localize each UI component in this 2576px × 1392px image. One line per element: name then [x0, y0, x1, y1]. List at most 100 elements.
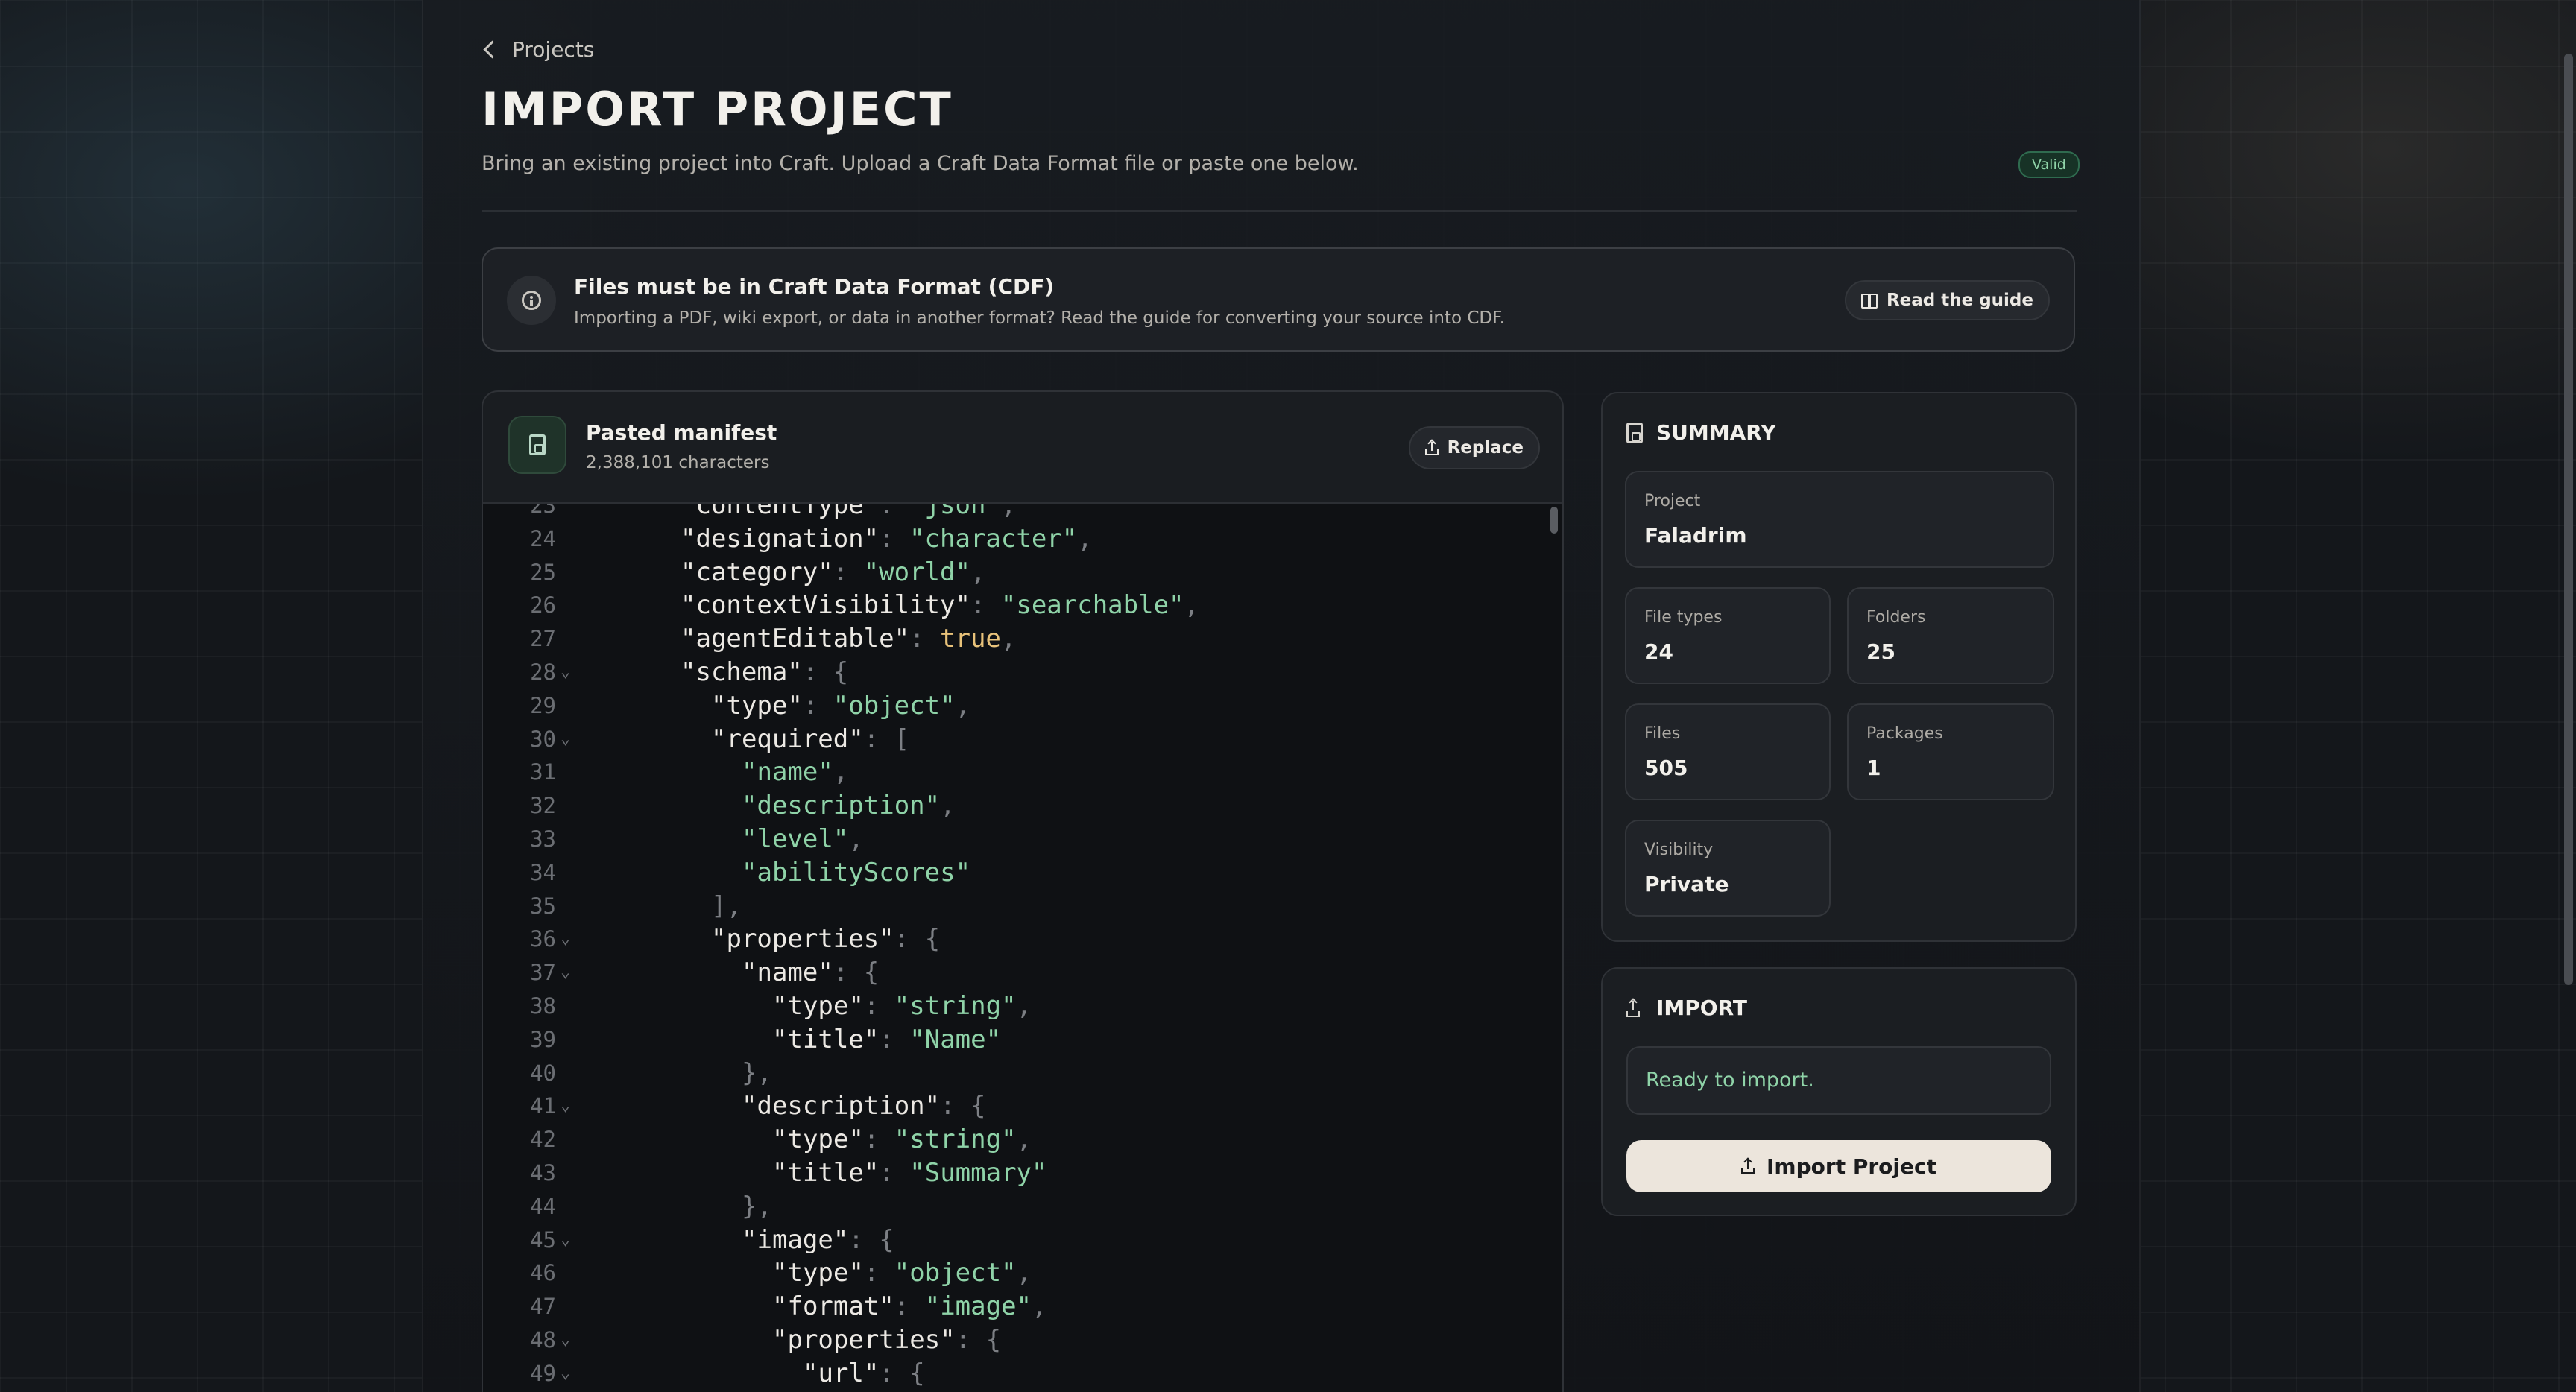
code-token: "string" — [894, 1124, 1017, 1155]
cdf-notice: Files must be in Craft Data Format (CDF)… — [482, 247, 2075, 352]
line-number: 27 — [530, 626, 556, 652]
code-token: , — [1032, 1291, 1047, 1322]
code-token: , — [1000, 504, 1017, 520]
fold-chevron-icon[interactable]: ⌄ — [561, 723, 570, 756]
code-text: }, — [742, 1190, 772, 1224]
line-number: 46 — [530, 1260, 556, 1286]
code-text: "title": "Name" — [772, 1023, 1001, 1057]
code-text: "required": [ — [711, 723, 909, 756]
code-token: : — [879, 504, 910, 520]
code-token: : — [879, 523, 910, 554]
code-token: "level" — [742, 823, 849, 854]
code-token: "image" — [924, 1291, 1032, 1322]
code-token: : — [894, 1291, 925, 1322]
fold-chevron-icon[interactable]: ⌄ — [561, 656, 570, 689]
code-token: "schema" — [681, 657, 803, 687]
code-text: "designation": "character", — [681, 522, 1093, 556]
upload-icon — [1741, 1159, 1755, 1174]
code-line: 35], — [483, 890, 1562, 923]
code-line: 48 ⌄ "properties": { — [483, 1323, 1562, 1357]
chevron-left-icon — [483, 40, 502, 59]
manifest-title: Pasted manifest — [586, 420, 777, 445]
header-divider — [482, 210, 2077, 212]
code-token: "character" — [909, 523, 1078, 554]
code-text: "contentType": "json", — [681, 504, 1016, 522]
code-scrollbar-thumb[interactable] — [1550, 507, 1558, 534]
stat-files: Files 505 — [1625, 703, 1831, 800]
breadcrumb-projects-link[interactable]: Projects — [512, 37, 594, 62]
code-token: "properties" — [711, 924, 894, 955]
line-number: 37 — [530, 960, 556, 986]
code-line: 41 ⌄ "description": { — [483, 1089, 1562, 1123]
replace-label: Replace — [1447, 438, 1524, 458]
code-line: 33 "level", — [483, 823, 1562, 856]
manifest-char-count: 2,388,101 characters — [586, 453, 770, 472]
import-heading: IMPORT — [1626, 996, 1747, 1020]
code-text: "properties": { — [711, 923, 940, 956]
code-line: 28 ⌄ "schema": { — [483, 656, 1562, 689]
fold-chevron-icon[interactable]: ⌄ — [561, 956, 570, 990]
import-project-label: Import Project — [1767, 1154, 1936, 1179]
breadcrumb[interactable]: Projects — [482, 37, 594, 62]
line-number: 26 — [530, 592, 556, 619]
code-token: "searchable" — [1000, 590, 1184, 621]
fold-chevron-icon[interactable]: ⌄ — [561, 1089, 570, 1123]
fold-chevron-icon[interactable]: ⌄ — [561, 1323, 570, 1357]
code-line: 38 "type": "string", — [483, 990, 1562, 1023]
replace-button[interactable]: Replace — [1408, 426, 1540, 469]
code-token: : — [833, 557, 864, 587]
code-token: "type" — [772, 1124, 864, 1155]
notice-text: Importing a PDF, wiki export, or data in… — [574, 309, 1505, 328]
page-scrollbar-thumb[interactable] — [2564, 54, 2573, 985]
code-text: "contextVisibility": "searchable", — [681, 589, 1199, 622]
code-token: true — [940, 624, 1001, 654]
code-line: 32 "description", — [483, 789, 1562, 823]
code-token: : — [863, 990, 894, 1021]
read-guide-button[interactable]: Read the guide — [1844, 280, 2050, 320]
page-title: IMPORT PROJECT — [482, 82, 953, 136]
fold-chevron-icon[interactable]: ⌄ — [561, 1357, 570, 1391]
line-number: 25 — [530, 559, 556, 585]
code-token: "description" — [742, 1091, 941, 1121]
code-line: 42 "type": "string", — [483, 1123, 1562, 1157]
page-scrollbar[interactable] — [2561, 0, 2576, 1392]
code-token: "type" — [711, 690, 803, 721]
stat-value: Private — [1644, 872, 1729, 896]
stat-value: 1 — [1866, 756, 1881, 780]
line-number: 39 — [530, 1026, 556, 1052]
manifest-editor: Pasted manifest 2,388,101 characters Rep… — [482, 390, 1564, 1392]
code-line: 29 "type": "object", — [483, 689, 1562, 723]
code-line: 37 ⌄ "name": { — [483, 956, 1562, 990]
code-line: 40}, — [483, 1057, 1562, 1090]
code-token: : — [879, 1024, 910, 1054]
line-number: 32 — [530, 793, 556, 819]
code-line: 49 ⌄ "url": { — [483, 1357, 1562, 1391]
fold-chevron-icon[interactable]: ⌄ — [561, 1224, 570, 1257]
code-line: 24 "designation": "character", — [483, 522, 1562, 556]
code-text: "agentEditable": true, — [681, 622, 1016, 656]
code-text: ], — [711, 890, 742, 923]
code-token: : [ — [863, 724, 910, 754]
code-token: , — [848, 823, 864, 854]
fold-chevron-icon[interactable]: ⌄ — [561, 923, 570, 956]
stat-value: 24 — [1644, 639, 1673, 664]
stat-label: Visibility — [1644, 841, 1714, 859]
book-open-icon — [1860, 294, 1878, 309]
code-line: 25 "category": "world", — [483, 556, 1562, 589]
code-editor[interactable]: 23 "contentType": "json", 24 "designation":… — [483, 504, 1562, 1392]
code-token: , — [940, 791, 956, 821]
code-line: 47 "format": "image", — [483, 1290, 1562, 1323]
line-number: 34 — [530, 859, 556, 885]
code-token: "contextVisibility" — [681, 590, 970, 621]
code-token: "image" — [742, 1224, 849, 1255]
notice-title: Files must be in Craft Data Format (CDF) — [574, 274, 1055, 299]
stat-folders: Folders 25 — [1847, 587, 2054, 684]
code-line: 39 "title": "Name" — [483, 1023, 1562, 1057]
line-number: 42 — [530, 1127, 556, 1153]
code-token: : — [909, 624, 940, 654]
code-line: 27 "agentEditable": true, — [483, 622, 1562, 656]
line-number: 28 — [530, 659, 556, 685]
import-project-button[interactable]: Import Project — [1626, 1140, 2051, 1192]
code-token: : { — [955, 1324, 1002, 1355]
code-text: "description", — [742, 789, 956, 823]
